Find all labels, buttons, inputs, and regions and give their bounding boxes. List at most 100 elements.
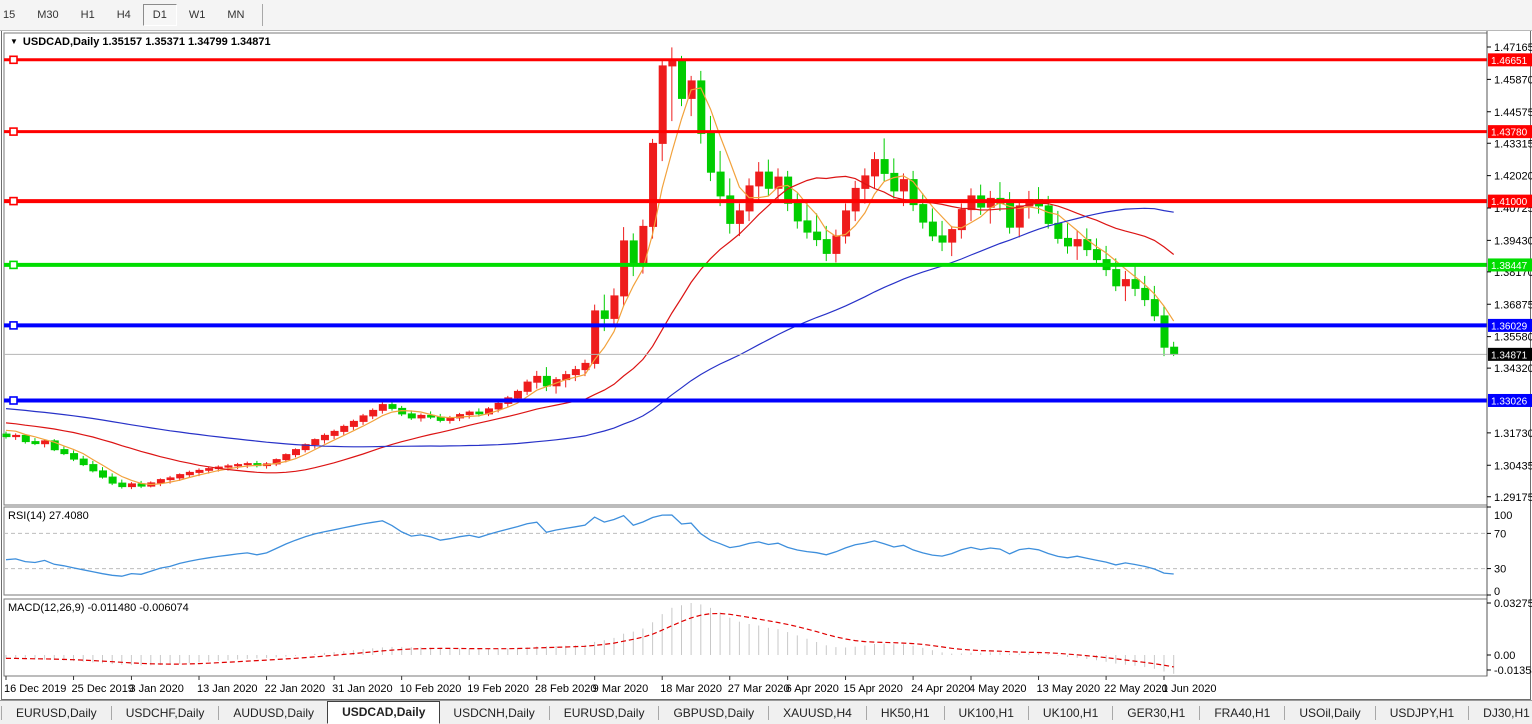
candle-down [928,221,937,237]
symbol-tab-HK50-H1[interactable]: HK50,H1 [868,703,943,723]
symbol-tab-USDCAD-Daily[interactable]: USDCAD,Daily [327,700,441,724]
symbol-tab-AUDUSD-Daily[interactable]: AUDUSD,Daily [220,703,327,723]
h-line-handle[interactable] [9,127,18,136]
date-tick-label: 22 Jan 2020 [265,683,326,695]
candle-up [755,171,764,187]
h-line-handle[interactable] [9,55,18,65]
h-line-handle[interactable] [9,196,18,206]
candle-up [156,479,165,484]
candle-up [234,464,243,467]
candle-up [41,440,50,445]
h-line-handle[interactable] [9,396,18,405]
candle-up [571,369,580,376]
candle-down [1064,237,1072,247]
candle-up [745,185,754,212]
rsi-indicator-label: RSI(14) 27.4080 [8,510,89,522]
candle-up [311,439,320,446]
symbol-tab-USDCNH-Daily[interactable]: USDCNH,Daily [440,703,547,723]
symbol-tab-EURUSD-Daily[interactable]: EURUSD,Daily [3,703,110,723]
symbol-tab-UK100-H1[interactable]: UK100,H1 [946,703,1027,723]
macd-tick-label: 0.032754 [1494,598,1532,610]
timeframe-button-H4[interactable]: H4 [107,4,141,26]
date-tick-label: 4 May 2020 [969,683,1026,695]
candle-up [369,409,378,417]
candle-down [108,476,117,484]
candle-up [292,449,300,456]
candle-down [1141,287,1150,301]
candle-down [388,404,397,409]
candle-up [185,471,194,476]
candle-up [832,235,841,254]
price-tag-label: 1.38447 [1491,261,1528,272]
chart-title-text: USDCAD,Daily 1.35157 1.35371 1.34799 1.3… [22,36,271,48]
tab-separator [1374,706,1376,720]
candle-down [629,240,638,264]
symbol-tab-UK100-H1[interactable]: UK100,H1 [1030,703,1111,723]
candle-down [793,202,802,222]
date-tick-label: 6 Apr 2020 [786,683,839,695]
date-tick-label: 31 Jan 2020 [332,683,393,695]
candle-down [70,453,79,460]
date-tick-label: 1 Jun 2020 [1162,683,1216,695]
candle-down [31,441,40,445]
timeframe-button-MN[interactable]: MN [217,4,254,26]
candle-down [678,60,686,99]
candle-up [320,434,329,441]
date-tick-label: 28 Feb 2020 [535,683,597,695]
price-tick-label: 1.36875 [1494,299,1532,311]
candle-up [523,381,532,392]
timeframe-button-W1[interactable]: W1 [179,4,216,26]
candle-down [822,239,831,254]
candle-down [1092,249,1101,261]
candle-down [542,375,551,387]
candle-down [99,470,107,478]
macd-indicator-label: MACD(12,26,9) -0.011480 -0.006074 [8,602,189,614]
timeframe-button-D1[interactable]: D1 [142,4,177,26]
symbol-tab-DJ30-H1[interactable]: DJ30,H1 [1470,703,1532,723]
candle-up [378,404,387,411]
price-tag-label: 1.36029 [1491,321,1528,332]
candle-down [1170,346,1179,355]
symbol-tab-FRA40-H1[interactable]: FRA40,H1 [1201,703,1283,723]
symbol-tab-GER30-H1[interactable]: GER30,H1 [1114,703,1198,723]
price-tick-label: 1.47165 [1494,42,1532,54]
candle-down [600,310,609,319]
h-line-handle[interactable] [9,321,18,330]
candle-down [1112,269,1121,287]
timeframe-button-M30[interactable]: M30 [27,4,68,26]
symbol-tab-USDJPY-H1[interactable]: USDJPY,H1 [1377,703,1467,723]
symbol-tab-XAUUSD-H4[interactable]: XAUUSD,H4 [770,703,865,723]
candle-up [1073,239,1082,247]
tab-separator [1468,706,1470,720]
price-tick-label: 1.34320 [1494,363,1532,375]
candle-up [649,142,658,227]
candle-up [533,375,542,383]
symbol-tab-EURUSD-Daily[interactable]: EURUSD,Daily [551,703,658,723]
candle-up [465,411,474,416]
timeframe-button-15[interactable]: 15 [0,4,25,26]
candle-up [176,474,185,479]
tab-separator [218,706,220,720]
symbol-tab-GBPUSD-Daily[interactable]: GBPUSD,Daily [660,703,767,723]
timeframe-button-H1[interactable]: H1 [71,4,105,26]
price-tick-label: 1.43315 [1494,138,1532,150]
candle-up [668,60,677,67]
candle-up [243,463,252,466]
date-tick-label: 15 Apr 2020 [844,683,903,695]
tab-separator [548,706,550,720]
h-line-handle[interactable] [9,260,18,270]
chart-canvas[interactable]: 1.471651.458701.445751.433151.420201.407… [0,0,1532,724]
symbol-tab-USOil-Daily[interactable]: USOil,Daily [1286,703,1373,723]
tab-separator [768,706,770,720]
candle-up [12,434,21,438]
candle-down [60,449,69,455]
symbol-tab-USDCHF-Daily[interactable]: USDCHF,Daily [113,703,218,723]
candle-down [1131,279,1140,289]
tab-separator [1284,706,1286,720]
rsi-tick-label: 70 [1494,528,1506,540]
collapse-indicator-icon[interactable]: ▼ [10,37,18,46]
date-tick-label: 22 May 2020 [1104,683,1168,695]
rsi-tick-label: 30 [1494,564,1506,576]
tab-separator [1199,706,1201,720]
candle-up [340,425,349,432]
